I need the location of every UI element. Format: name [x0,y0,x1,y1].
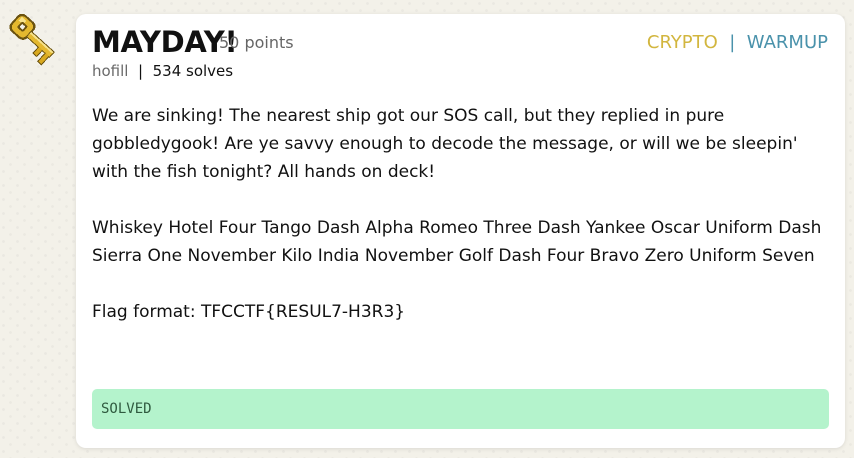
challenge-description: We are sinking! The nearest ship got our… [92,102,832,326]
description-encoded-message: Whiskey Hotel Four Tango Dash Alpha Rome… [92,218,822,266]
meta-separator: | [133,62,148,80]
challenge-solves: 534 solves [152,62,234,80]
description-intro: We are sinking! The nearest ship got our… [92,106,798,182]
category-separator: | [723,32,742,53]
challenge-title: MAYDAY! [92,25,238,59]
solved-status-banner: SOLVED [92,389,829,429]
challenge-meta: hofill | 534 solves [92,64,233,79]
challenge-points: 50 points [219,33,294,52]
category-tag-warmup[interactable]: WARMUP [747,32,828,53]
category-tags: CRYPTO | WARMUP [647,34,828,52]
golden-key-icon [9,13,55,66]
category-tag-crypto[interactable]: CRYPTO [647,32,718,53]
challenge-author: hofill [92,62,129,80]
challenge-card: MAYDAY! 50 points CRYPTO | WARMUP hofill… [76,14,845,448]
description-flag-format: Flag format: TFCCTF{RESUL7-H3R3} [92,302,406,322]
